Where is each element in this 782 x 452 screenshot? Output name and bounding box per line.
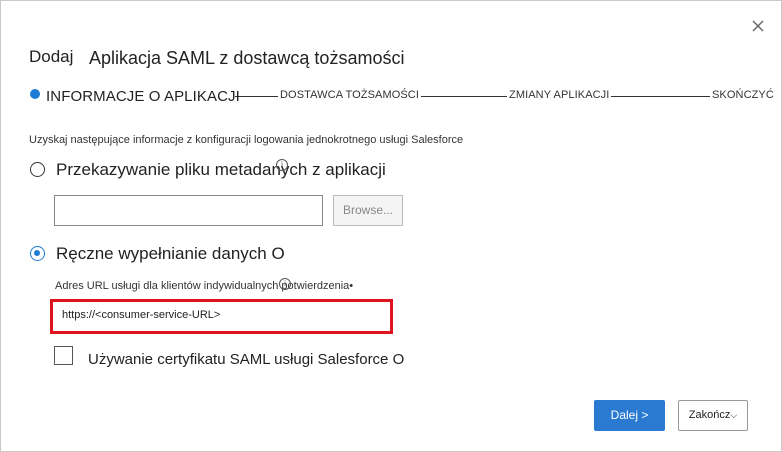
finish-label: Zakończ (688, 409, 731, 421)
upload-metadata-label: Przekazywanie pliku metadanych z aplikac… (56, 160, 386, 179)
current-step-icon (30, 89, 40, 99)
next-button[interactable]: Dalej > (594, 400, 665, 431)
step-finish[interactable]: SKOŃCZYĆ (710, 89, 776, 101)
manual-entry-label: Ręczne wypełnianie danych O (56, 244, 285, 263)
metadata-file-input[interactable] (54, 195, 323, 226)
use-saml-cert-label: Używanie certyfikatu SAML usługi Salesfo… (88, 351, 405, 368)
chevron-down-icon: ⌵ (730, 410, 738, 420)
instructions-text: Uzyskaj następujące informacje z konfigu… (29, 134, 464, 146)
info-icon[interactable]: i (279, 278, 291, 290)
acs-url-label: Adres URL usługi dla klientów indywidual… (55, 280, 354, 292)
info-icon[interactable]: i (276, 159, 288, 171)
step-identity-provider[interactable]: DOSTAWCA TOŻSAMOŚCI (278, 89, 422, 101)
dialog-title-prefix: Dodaj (29, 47, 74, 66)
dialog-title: Aplikacja SAML z dostawcą tożsamości (89, 48, 405, 68)
step-app-changes[interactable]: ZMIANY APLIKACJI (507, 89, 612, 101)
radio-upload-metadata[interactable] (30, 162, 45, 177)
step-app-info[interactable]: INFORMACJE O APLIKACJI (44, 88, 242, 105)
use-saml-cert-checkbox[interactable] (54, 346, 73, 365)
radio-manual-entry[interactable] (30, 246, 45, 261)
close-icon[interactable] (750, 18, 766, 34)
browse-button[interactable]: Browse... (333, 195, 403, 226)
acs-url-input[interactable]: https://<consumer-service-URL> (54, 303, 388, 328)
finish-button[interactable]: Zakończ⌵ (678, 400, 748, 431)
